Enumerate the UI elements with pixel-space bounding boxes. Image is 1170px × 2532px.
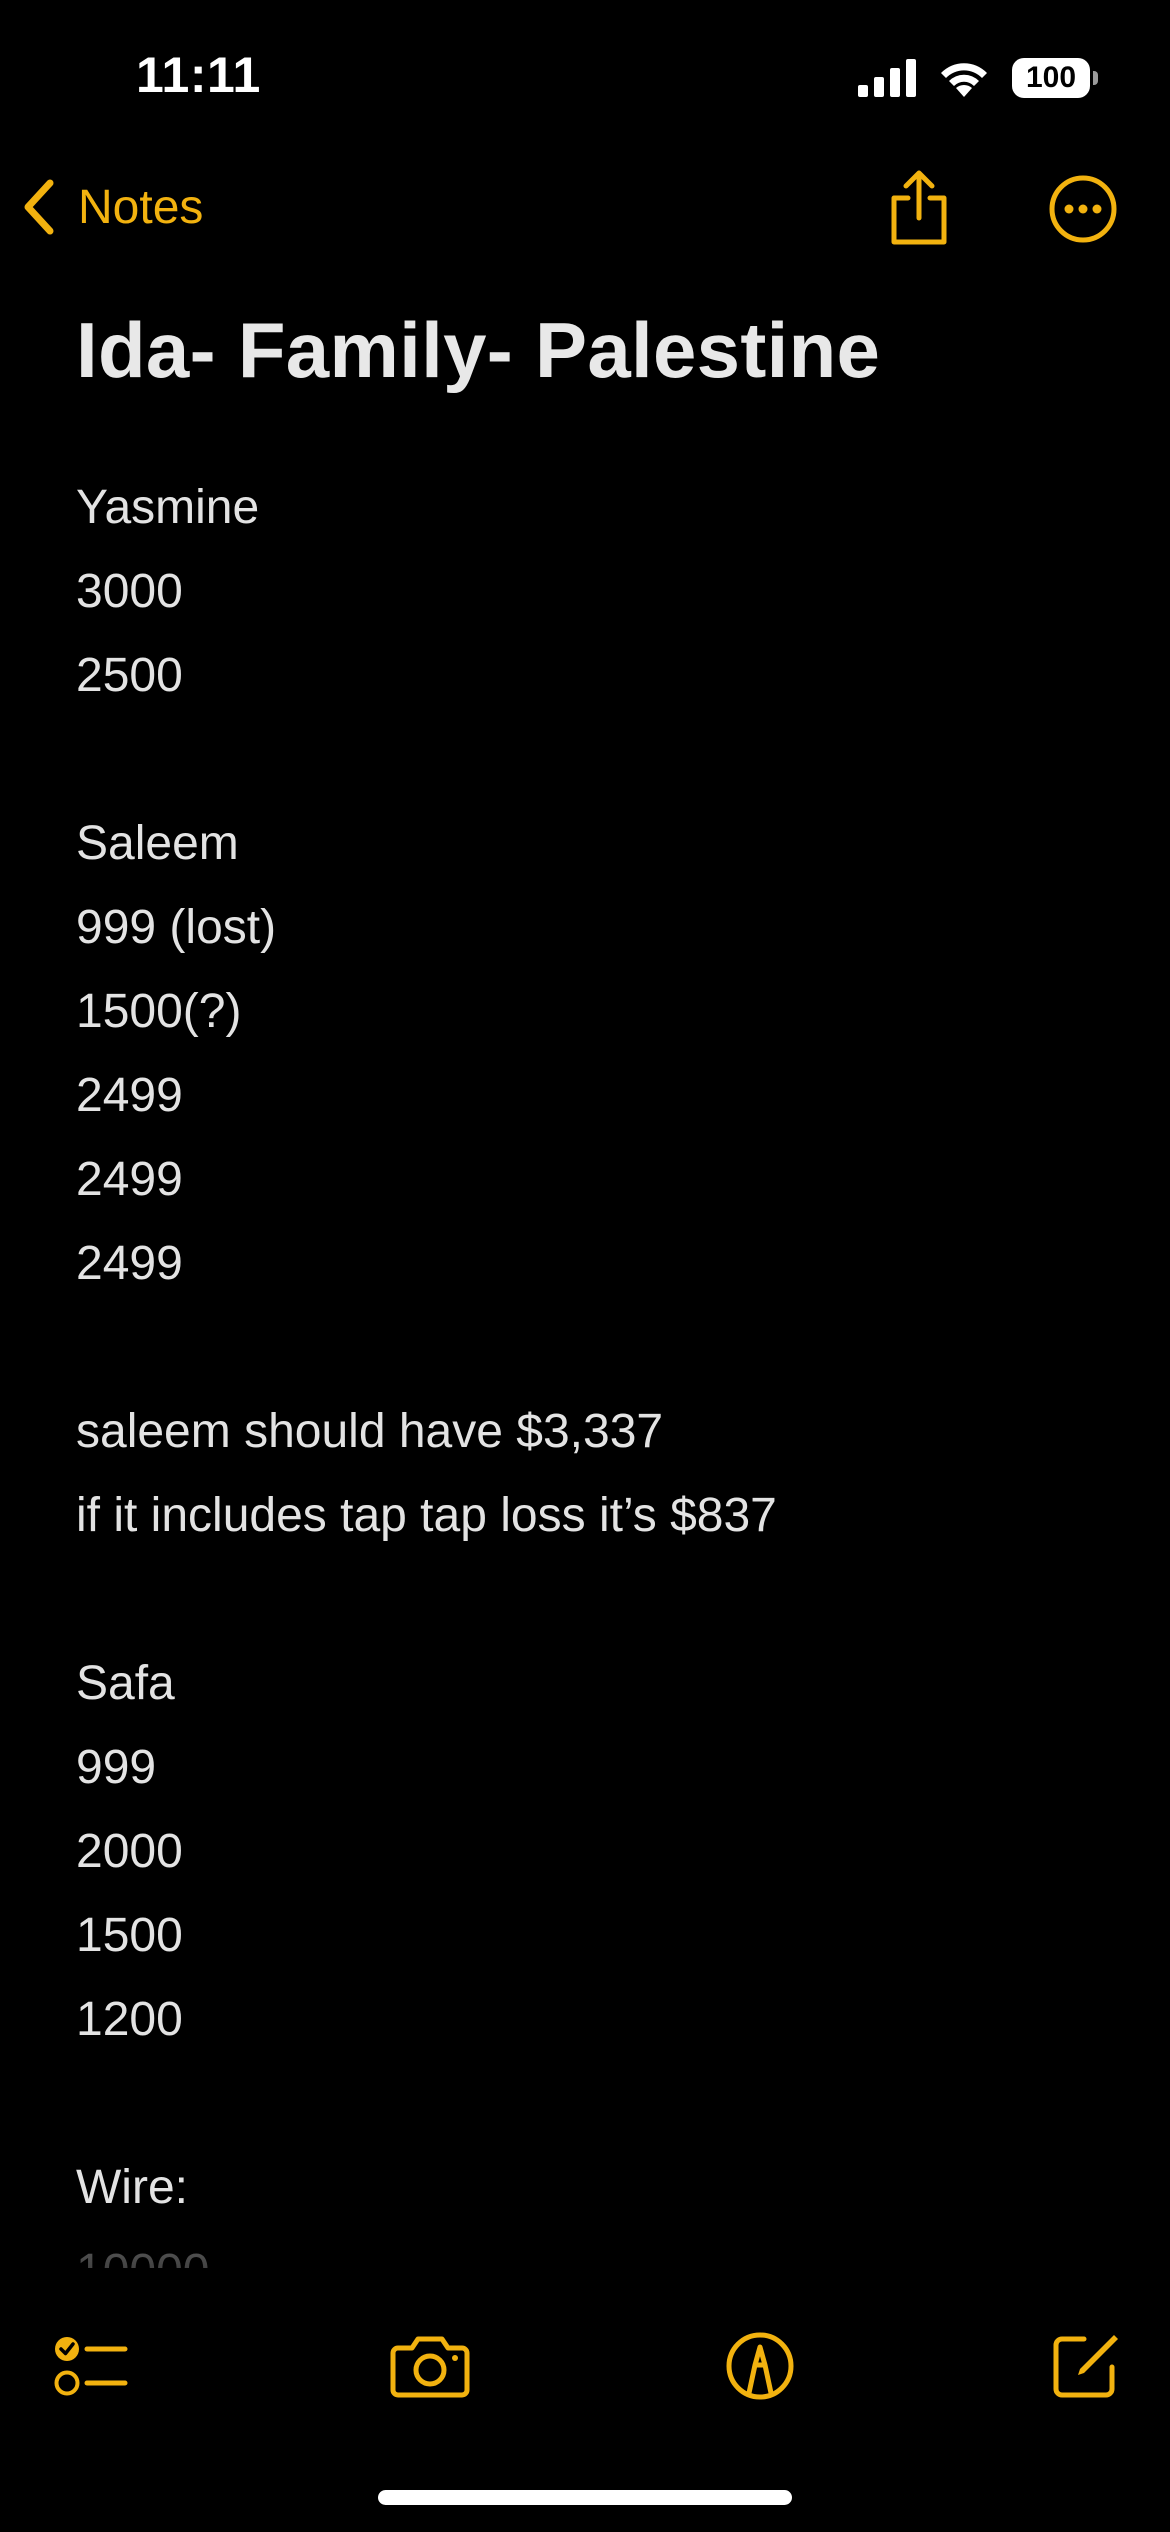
note-line: Safa [76,1657,175,1710]
note-line: 2499 [76,1069,183,1122]
camera-icon [390,2336,470,2398]
status-time: 11:11 [136,47,261,103]
camera-button[interactable] [380,2316,480,2416]
markup-pen-icon [726,2332,794,2400]
note-line: 1500(?) [76,985,242,1038]
status-icons: 100 [858,56,1098,100]
note-line: saleem should have $3,337 [76,1405,664,1458]
note-line [76,1306,1096,1390]
note-line: Wire: [76,2161,188,2214]
note-line [76,2062,1096,2146]
note-body[interactable]: Yasmine 3000 2500 Saleem 999 (lost) 1500… [76,466,1096,2268]
compose-button[interactable] [1040,2316,1130,2416]
note-title[interactable]: Ida- Family- Palestine [76,304,1096,396]
chevron-left-icon [24,179,54,235]
compose-icon [1053,2335,1118,2398]
note-line: if it includes tap tap loss it’s $837 [76,1489,777,1542]
markup-button[interactable] [715,2316,805,2416]
bottom-toolbar [0,2316,1170,2416]
notes-screen: 11:11 100 Notes Ida- Family- Palestine Y… [0,0,1170,2532]
note-line [76,718,1096,802]
home-indicator[interactable] [378,2490,792,2505]
note-line: 2500 [76,649,183,702]
status-bar: 11:11 100 [0,0,1170,150]
checklist-button[interactable] [46,2316,136,2416]
note-line: 3000 [76,565,183,618]
checklist-icon [54,2337,128,2396]
navigation-bar: Notes [0,150,1170,266]
note-editor[interactable]: Ida- Family- Palestine Yasmine 3000 2500… [76,268,1096,2268]
back-button[interactable]: Notes [22,172,203,242]
battery-level: 100 [1025,61,1077,94]
battery-icon: 100 [1012,58,1098,98]
share-icon [891,170,947,245]
cellular-signal-icon [858,59,916,97]
note-line: 2000 [76,1825,183,1878]
note-line: 2499 [76,1153,183,1206]
note-line: 999 [76,1741,157,1794]
note-line: 1500 [76,1909,183,1962]
note-line: 999 (lost) [76,901,277,954]
wifi-icon [941,63,987,97]
more-options-button[interactable] [1048,174,1118,244]
note-line: Saleem [76,817,239,870]
note-line: 1200 [76,1993,183,2046]
note-line: 2499 [76,1237,183,1290]
note-line [76,1558,1096,1642]
share-button[interactable] [884,168,954,248]
note-line: Yasmine [76,481,260,534]
ellipsis-circle-icon [1049,175,1117,243]
back-label: Notes [78,180,204,234]
